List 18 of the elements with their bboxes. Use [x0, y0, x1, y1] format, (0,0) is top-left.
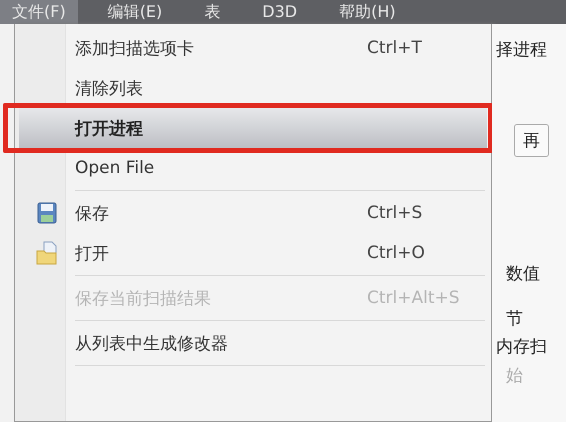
menu-item[interactable]: 从列表中生成修改器	[19, 323, 487, 363]
start-label: 始	[506, 365, 523, 387]
menu-item[interactable]: 打开 Ctrl+O	[19, 233, 487, 273]
menu-item[interactable]: Open File	[19, 148, 487, 188]
dialog-title: 择进程	[496, 39, 547, 61]
menu-item[interactable]: 保存 Ctrl+S	[19, 193, 487, 233]
menu-title[interactable]: 表	[192, 0, 232, 24]
size-label: 节	[506, 308, 523, 330]
rescan-button[interactable]: 再	[514, 124, 549, 157]
menu-title[interactable]: 编辑(E)	[96, 0, 174, 24]
value-type-label: 数值	[506, 263, 540, 285]
folder-document-icon	[36, 241, 58, 265]
menu-item[interactable]: 打开进程	[19, 108, 487, 148]
menu-item[interactable]: 清除列表	[19, 68, 487, 108]
memory-scan-label: 内存扫	[496, 336, 547, 358]
menu-title[interactable]: 帮助(H)	[327, 0, 408, 24]
menu-title[interactable]: D3D	[250, 0, 310, 24]
menu-item[interactable]: 添加扫描选项卡 Ctrl+T	[19, 28, 487, 68]
